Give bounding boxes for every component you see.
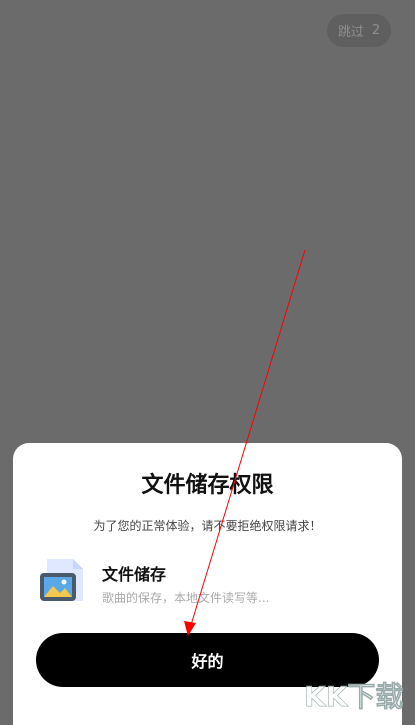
dialog-subtitle: 为了您的正常体验，请不要拒绝权限请求！ bbox=[93, 519, 322, 533]
dialog-title: 文件储存权限 bbox=[141, 473, 274, 498]
skip-label: 跳过 bbox=[337, 25, 364, 40]
watermark-logo: KK下载 bbox=[304, 680, 404, 714]
permission-title: 文件储存 bbox=[102, 565, 167, 584]
permission-description: 歌曲的保存，本地文件读写等... bbox=[102, 591, 270, 605]
skip-button[interactable]: 跳过 2 bbox=[327, 14, 391, 47]
svg-text:KK下载: KK下载 bbox=[304, 680, 403, 713]
permission-item-storage: 文件储存 歌曲的保存，本地文件读写等... bbox=[37, 553, 377, 613]
image-file-icon bbox=[40, 559, 83, 601]
skip-countdown: 2 bbox=[371, 23, 381, 38]
